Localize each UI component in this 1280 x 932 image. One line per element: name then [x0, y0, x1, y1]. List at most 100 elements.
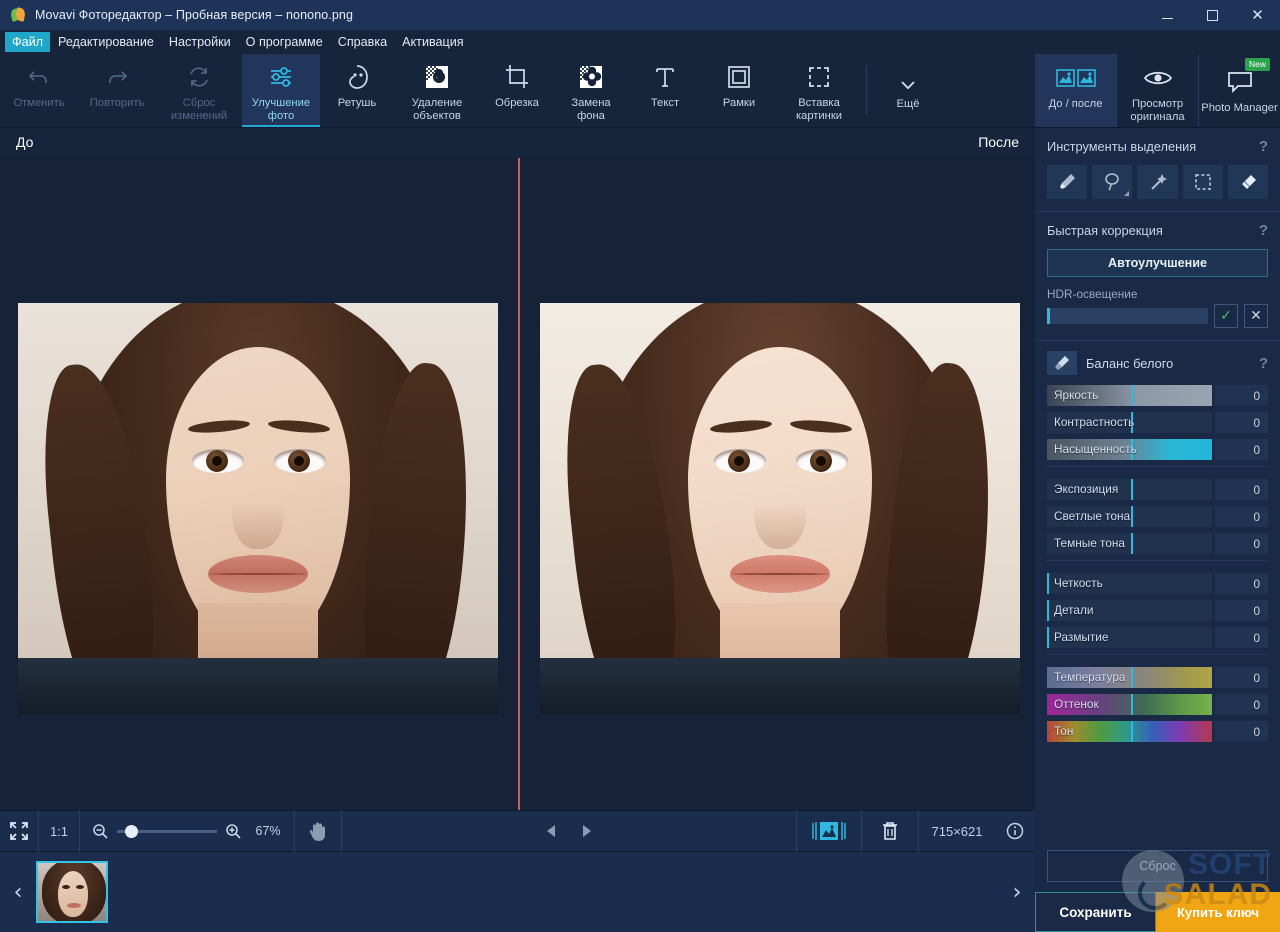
toolbar-redo[interactable]: Повторить	[78, 54, 156, 127]
panel-divider	[1047, 466, 1268, 467]
delete-image-button[interactable]	[862, 810, 918, 852]
tool-view-original[interactable]: Просмотр оригинала	[1116, 54, 1198, 127]
close-icon: ✕	[1251, 8, 1264, 23]
lasso-tool-button[interactable]	[1092, 165, 1132, 199]
menu-item-help[interactable]: Справка	[331, 32, 394, 52]
slider-saturation-label: Насыщенность	[1054, 442, 1137, 457]
photo-before[interactable]	[18, 303, 498, 714]
rectangle-select-tool-icon	[1193, 172, 1213, 192]
menu-item-edit[interactable]: Редактирование	[51, 32, 161, 52]
maximize-button[interactable]	[1190, 0, 1235, 30]
filmstrip-thumbnail[interactable]	[36, 861, 108, 923]
pan-tool-button[interactable]	[295, 810, 341, 852]
toolbar-crop[interactable]: Обрезка	[480, 54, 554, 127]
tool-before-after-label: До / после	[1047, 98, 1105, 111]
toolbar-frames[interactable]: Рамки	[702, 54, 776, 127]
toolbar-redo-label: Повторить	[88, 97, 147, 110]
before-after-divider-handle[interactable]	[518, 158, 520, 810]
brush-tool-button[interactable]	[1047, 165, 1087, 199]
toolbar-text[interactable]: Текст	[628, 54, 702, 127]
slider-saturation[interactable]: Насыщенность 0	[1047, 439, 1268, 460]
eyedropper-icon	[1053, 354, 1071, 372]
movavi-photo-editor-window: Movavi Фоторедактор – Пробная версия – n…	[0, 0, 1280, 932]
toolbar-more-label: Ещё	[895, 98, 922, 111]
hdr-slider-handle[interactable]	[1047, 308, 1050, 324]
magic-wand-tool-button[interactable]	[1137, 165, 1177, 199]
slider-hue[interactable]: Тон 0	[1047, 721, 1268, 742]
toolbar-insert-image[interactable]: Вставка картинки	[776, 54, 862, 127]
selection-tools-title: Инструменты выделения	[1047, 139, 1196, 154]
white-balance-help-icon[interactable]: ?	[1259, 355, 1268, 372]
zoom-slider-handle[interactable]	[125, 825, 138, 838]
toolbar-object-removal[interactable]: Удаление объектов	[394, 54, 480, 127]
slider-highlights[interactable]: Светлые тона 0	[1047, 506, 1268, 527]
menu-item-about[interactable]: О программе	[239, 32, 330, 52]
tool-photo-manager[interactable]: New Photo Manager	[1198, 54, 1280, 127]
maximize-icon	[1207, 10, 1218, 21]
tool-photo-manager-label: Photo Manager	[1199, 102, 1280, 115]
filmstrip-toggle-button[interactable]	[797, 810, 861, 852]
rectangle-select-tool-button[interactable]	[1183, 165, 1223, 199]
white-balance-picker-button[interactable]	[1047, 351, 1077, 375]
close-button[interactable]: ✕	[1235, 0, 1280, 30]
actual-size-button[interactable]: 1:1	[39, 810, 79, 852]
toolbar-undo[interactable]: Отменить	[0, 54, 78, 127]
buy-key-button[interactable]: Купить ключ	[1156, 892, 1280, 932]
slider-temperature[interactable]: Температура 0	[1047, 667, 1268, 688]
slider-tint[interactable]: Оттенок 0	[1047, 694, 1268, 715]
filmstrip-toggle-icon	[811, 819, 847, 843]
auto-enhance-button[interactable]: Автоулучшение	[1047, 249, 1268, 277]
toolbar-more[interactable]: Ещё	[871, 54, 945, 127]
slider-clarity[interactable]: Четкость 0	[1047, 573, 1268, 594]
toolbar-retouch[interactable]: Ретушь	[320, 54, 394, 127]
window-title: Movavi Фоторедактор – Пробная версия – n…	[35, 8, 353, 22]
slider-shadows[interactable]: Темные тона 0	[1047, 533, 1268, 554]
toolbar-text-label: Текст	[649, 97, 681, 110]
zoom-out-button[interactable]	[92, 810, 109, 852]
hdr-apply-button[interactable]: ✓	[1214, 304, 1238, 328]
tool-before-after[interactable]: До / после	[1035, 54, 1116, 127]
slider-contrast[interactable]: Контрастность 0	[1047, 412, 1268, 433]
prev-image-button[interactable]	[533, 810, 569, 852]
zoom-in-icon	[225, 823, 242, 840]
slider-exposure[interactable]: Экспозиция 0	[1047, 479, 1268, 500]
zoom-slider[interactable]	[117, 830, 217, 833]
hdr-cancel-button[interactable]: ✕	[1244, 304, 1268, 328]
eraser-tool-button[interactable]	[1228, 165, 1268, 199]
lasso-expand-corner[interactable]	[1124, 191, 1129, 196]
image-info-button[interactable]	[995, 810, 1035, 852]
selection-help-icon[interactable]: ?	[1259, 138, 1268, 155]
slider-contrast-value: 0	[1215, 412, 1268, 433]
minimize-button[interactable]	[1145, 0, 1190, 30]
panel-divider-3	[1047, 654, 1268, 655]
menu-item-settings[interactable]: Настройки	[162, 32, 238, 52]
menu-item-file[interactable]: Файл	[5, 32, 50, 52]
slider-brightness-value: 0	[1215, 385, 1268, 406]
tool-view-original-label: Просмотр оригинала	[1117, 98, 1198, 123]
toolbar-background-replace[interactable]: Замена фона	[554, 54, 628, 127]
menu-item-activation[interactable]: Активация	[395, 32, 470, 52]
save-button[interactable]: Сохранить	[1035, 892, 1156, 932]
bottom-toolbar: 1:1 67%	[0, 810, 1035, 852]
canvas-viewport[interactable]	[0, 158, 1035, 810]
hdr-lighting-slider[interactable]	[1047, 308, 1208, 324]
next-image-button[interactable]	[569, 810, 605, 852]
eye-icon	[1143, 63, 1173, 93]
slider-details[interactable]: Детали 0	[1047, 600, 1268, 621]
quick-fix-help-icon[interactable]: ?	[1259, 222, 1268, 239]
slider-brightness[interactable]: Яркость 0	[1047, 385, 1268, 406]
background-replace-icon	[577, 62, 605, 92]
slider-temperature-value: 0	[1215, 667, 1268, 688]
filmstrip-prev-button[interactable]: ‹	[0, 852, 36, 932]
toolbar-crop-label: Обрезка	[493, 97, 541, 110]
zoom-in-button[interactable]	[225, 810, 242, 852]
photo-after[interactable]	[540, 303, 1020, 714]
fit-to-screen-button[interactable]	[0, 810, 38, 852]
toolbar-reset-changes[interactable]: Сброс изменений	[156, 54, 242, 127]
quick-fix-title: Быстрая коррекция	[1047, 223, 1163, 238]
reset-button[interactable]: Сброс	[1047, 850, 1268, 882]
slider-blur[interactable]: Размытие 0	[1047, 627, 1268, 648]
toolbar-photo-enhance[interactable]: Улучшение фото	[242, 54, 320, 127]
slider-blur-value: 0	[1215, 627, 1268, 648]
filmstrip-next-button[interactable]: ›	[999, 852, 1035, 932]
